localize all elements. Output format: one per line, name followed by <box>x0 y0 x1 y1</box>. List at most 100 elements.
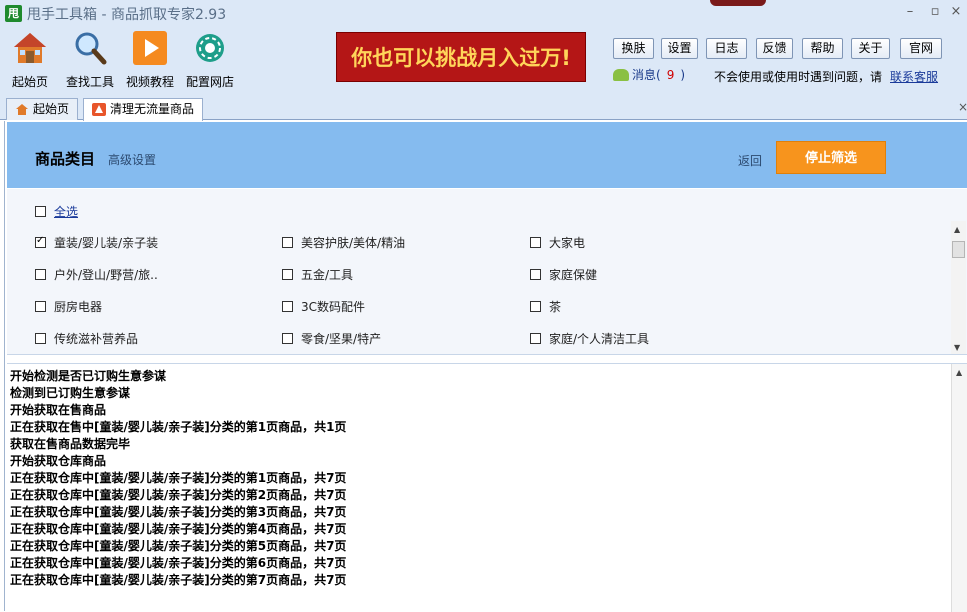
checkbox-box <box>35 206 46 217</box>
category-title: 商品类目 <box>35 150 96 168</box>
tab-home-label: 起始页 <box>33 102 70 116</box>
help-button[interactable]: 帮助 <box>802 38 843 59</box>
scroll-up-icon[interactable]: ▲ <box>956 368 962 377</box>
category-scrollbar[interactable]: ▲ ▼ <box>951 221 966 354</box>
category-label: 家庭/个人清洁工具 <box>549 332 650 346</box>
feedback-button[interactable]: 反馈 <box>756 38 793 59</box>
window-title: 甩手工具箱 - 商品抓取专家2.93 <box>27 7 227 23</box>
promo-banner[interactable]: 你也可以挑战月入过万! <box>336 32 586 82</box>
home-tool-label: 起始页 <box>11 75 48 89</box>
category-label: 传统滋补营养品 <box>54 332 139 346</box>
scrollbar-thumb[interactable] <box>952 241 965 258</box>
log-line: 正在获取仓库中[童装/婴儿装/亲子装]分类的第4页商品，共7页 <box>10 522 347 536</box>
message-count: 9 <box>666 68 675 82</box>
log-scrollbar[interactable]: ▲ <box>951 364 967 612</box>
scroll-down-icon[interactable]: ▼ <box>954 343 960 352</box>
category-checkbox[interactable]: 户外/登山/野营/旅.. <box>35 266 158 282</box>
magnifier-icon <box>75 32 107 65</box>
log-button[interactable]: 日志 <box>706 38 747 59</box>
category-checkbox[interactable]: 大家电 <box>530 234 585 250</box>
tab-bar: 起始页 清理无流量商品 <box>0 96 967 121</box>
category-label: 零食/坚果/特产 <box>301 332 382 346</box>
category-label: 户外/登山/野营/旅.. <box>54 268 158 282</box>
category-checkbox[interactable]: 五金/工具 <box>282 266 353 282</box>
settings-button[interactable]: 设置 <box>661 38 698 59</box>
log-line: 检测到已订购生意参谋 <box>10 386 131 400</box>
main-content: 商品类目 高级设置 返回 停止筛选 全选 童装/婴儿装/亲子装 美容护肤/美体/… <box>4 121 967 612</box>
messages-link[interactable]: 消息( 9) <box>613 66 685 84</box>
help-text: 不会使用或使用时遇到问题，请 <box>714 70 883 84</box>
messages-label-close: ) <box>680 68 686 82</box>
checkbox-box <box>530 301 541 312</box>
tab-clean-products[interactable]: 清理无流量商品 <box>83 98 204 121</box>
gear-icon <box>196 34 224 62</box>
maximize-button[interactable]: ▫ <box>925 3 945 21</box>
checkbox-box <box>530 333 541 344</box>
tab-home[interactable]: 起始页 <box>6 98 79 120</box>
log-line: 正在获取仓库中[童装/婴儿装/亲子装]分类的第3页商品，共7页 <box>10 505 347 519</box>
website-button[interactable]: 官网 <box>900 38 942 59</box>
log-line: 正在获取仓库中[童装/婴儿装/亲子装]分类的第5页商品，共7页 <box>10 539 347 553</box>
log-line: 正在获取仓库中[童装/婴儿装/亲子装]分类的第6页商品，共7页 <box>10 556 347 570</box>
back-link[interactable]: 返回 <box>738 152 762 169</box>
select-all-label: 全选 <box>54 205 79 219</box>
category-label: 家庭保健 <box>549 268 598 282</box>
category-list: 全选 童装/婴儿装/亲子装 美容护肤/美体/精油 大家电 户外/登山/野营/旅.… <box>7 189 967 355</box>
log-line: 正在获取在售中[童装/婴儿装/亲子装]分类的第1页商品，共1页 <box>10 420 347 434</box>
video-tutorial-button[interactable]: 视频教程 <box>120 28 180 92</box>
checkbox-box-checked <box>35 235 46 248</box>
checkbox-box <box>282 237 293 248</box>
home-tool-button[interactable]: 起始页 <box>0 28 60 92</box>
configure-shop-button[interactable]: 配置网店 <box>180 28 240 92</box>
category-checkbox[interactable]: 传统滋补营养品 <box>35 330 138 346</box>
log-line: 正在获取仓库中[童装/婴儿装/亲子装]分类的第1页商品，共7页 <box>10 471 347 485</box>
advanced-settings-link[interactable]: 高级设置 <box>108 151 156 168</box>
checkbox-box <box>530 269 541 280</box>
about-button[interactable]: 关于 <box>851 38 890 59</box>
checkbox-box <box>35 333 46 344</box>
category-header: 商品类目 高级设置 返回 停止筛选 <box>7 122 967 188</box>
app-icon: 甩 <box>5 5 22 22</box>
category-label: 童装/婴儿装/亲子装 <box>54 236 159 250</box>
stop-filter-button[interactable]: 停止筛选 <box>776 141 886 174</box>
close-button[interactable]: × <box>946 3 966 21</box>
title-decoration <box>710 0 766 6</box>
category-label: 3C数码配件 <box>301 300 366 314</box>
category-checkbox[interactable]: 童装/婴儿装/亲子装 <box>35 234 158 250</box>
category-label: 大家电 <box>549 236 586 250</box>
category-checkbox[interactable]: 零食/坚果/特产 <box>282 330 381 346</box>
checkbox-box <box>35 269 46 280</box>
minimize-button[interactable]: – <box>900 3 920 21</box>
scroll-up-icon[interactable]: ▲ <box>954 225 960 234</box>
skin-button[interactable]: 换肤 <box>613 38 654 59</box>
select-all-checkbox[interactable]: 全选 <box>35 203 78 219</box>
log-line: 开始获取在售商品 <box>10 403 107 417</box>
house-icon <box>16 104 28 115</box>
checkbox-box <box>282 333 293 344</box>
message-icon <box>613 69 629 81</box>
category-checkbox[interactable]: 厨房电器 <box>35 298 102 314</box>
find-tools-button[interactable]: 查找工具 <box>60 28 120 92</box>
configure-shop-label: 配置网店 <box>185 75 234 89</box>
category-checkbox[interactable]: 茶 <box>530 298 561 314</box>
log-line: 获取在售商品数据完毕 <box>10 437 131 451</box>
house-icon <box>14 33 46 63</box>
tab-clean-products-label: 清理无流量商品 <box>110 102 195 116</box>
contact-support-link[interactable]: 联系客服 <box>890 68 938 85</box>
close-tab-icon[interactable]: × <box>958 100 967 114</box>
messages-label: 消息( <box>632 68 661 82</box>
category-label: 美容护肤/美体/精油 <box>301 236 406 250</box>
checkbox-box <box>282 301 293 312</box>
log-line: 开始获取仓库商品 <box>10 454 107 468</box>
category-checkbox[interactable]: 家庭/个人清洁工具 <box>530 330 649 346</box>
checkbox-box <box>35 301 46 312</box>
log-panel: 开始检测是否已订购生意参谋 检测到已订购生意参谋 开始获取在售商品 正在获取在售… <box>7 363 967 612</box>
category-label: 五金/工具 <box>301 268 354 282</box>
checkbox-box <box>530 237 541 248</box>
category-checkbox[interactable]: 3C数码配件 <box>282 298 365 314</box>
category-label: 茶 <box>549 300 562 314</box>
category-checkbox[interactable]: 家庭保健 <box>530 266 597 282</box>
log-line: 正在获取仓库中[童装/婴儿装/亲子装]分类的第2页商品，共7页 <box>10 488 347 502</box>
category-checkbox[interactable]: 美容护肤/美体/精油 <box>282 234 405 250</box>
log-line: 正在获取仓库中[童装/婴儿装/亲子装]分类的第7页商品，共7页 <box>10 573 347 587</box>
